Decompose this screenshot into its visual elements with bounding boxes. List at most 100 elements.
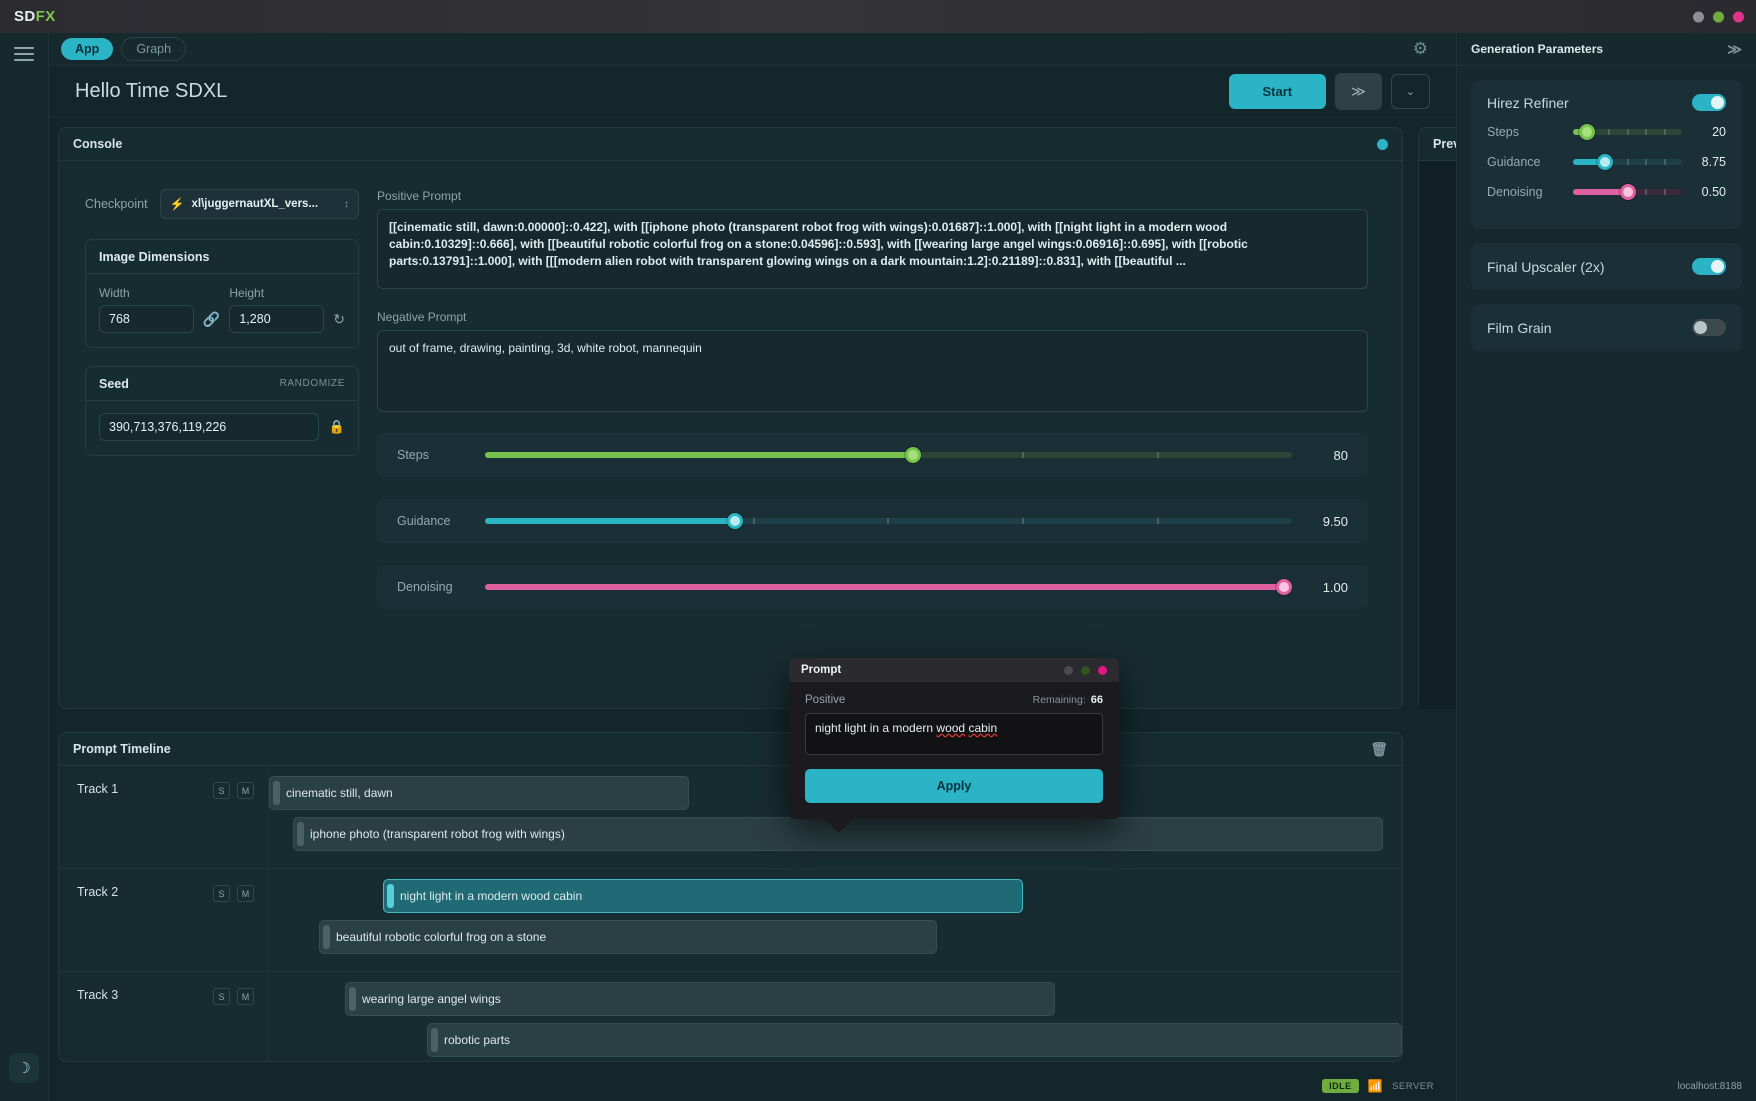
slider-track-guidance[interactable] bbox=[485, 518, 1292, 524]
slider-value-denoising: 1.00 bbox=[1292, 580, 1348, 595]
sidebar-header: Generation Parameters ≫ bbox=[1457, 33, 1756, 66]
prompt-timeline-panel: Prompt Timeline 🗑 Track 1SMcinematic sti… bbox=[58, 732, 1403, 1062]
track-header: Track 2 SM bbox=[59, 869, 269, 971]
popup-close-button[interactable] bbox=[1098, 666, 1107, 675]
settings-gear-icon[interactable]: ⚙ bbox=[1413, 39, 1428, 59]
randomize-button[interactable]: RANDOMIZE bbox=[280, 378, 345, 389]
film-grain-toggle[interactable] bbox=[1692, 319, 1726, 336]
main-header: Hello Time SDXL Start ≫ ⌄ bbox=[49, 66, 1456, 118]
wifi-icon: 📶 bbox=[1368, 1079, 1383, 1093]
timeline-clip[interactable]: robotic parts bbox=[427, 1023, 1402, 1057]
slider-track-steps[interactable] bbox=[1573, 129, 1682, 135]
slider-track-denoising[interactable] bbox=[1573, 189, 1682, 195]
track-name: Track 2 bbox=[77, 885, 118, 899]
slider-knob-denoising[interactable] bbox=[1276, 579, 1292, 595]
timeline-clip[interactable]: beautiful robotic colorful frog on a sto… bbox=[319, 920, 937, 954]
slider-steps[interactable]: Steps 20 bbox=[1487, 125, 1726, 139]
height-input[interactable] bbox=[229, 305, 324, 333]
collapse-sidebar-icon[interactable]: ≫ bbox=[1727, 41, 1742, 58]
popup-prompt-textarea[interactable]: night light in a modern wood cabin bbox=[805, 713, 1103, 755]
timeline-clip[interactable]: cinematic still, dawn bbox=[269, 776, 689, 810]
start-button[interactable]: Start bbox=[1229, 74, 1327, 109]
timeline-clip[interactable]: night light in a modern wood cabin bbox=[383, 879, 1023, 913]
console-status-dot bbox=[1377, 139, 1388, 150]
checkpoint-label: Checkpoint bbox=[85, 197, 148, 211]
queue-forward-button[interactable]: ≫ bbox=[1335, 73, 1382, 110]
lock-icon[interactable]: 🔒 bbox=[329, 419, 345, 435]
slider-denoising[interactable]: Denoising1.00 bbox=[377, 565, 1368, 609]
timeline-title: Prompt Timeline bbox=[73, 742, 171, 756]
film-grain-label: Film Grain bbox=[1487, 320, 1552, 336]
track-solo-button[interactable]: S bbox=[213, 885, 230, 902]
slider-value-steps: 20 bbox=[1682, 125, 1726, 139]
track-name: Track 3 bbox=[77, 988, 118, 1002]
link-dimensions-icon[interactable]: 🔗 bbox=[203, 311, 220, 333]
track-mute-button[interactable]: M bbox=[237, 885, 254, 902]
console-right-column: Positive Prompt [[cinematic still, dawn:… bbox=[359, 189, 1402, 631]
slider-label-steps: Steps bbox=[1487, 125, 1573, 139]
track-solo-button[interactable]: S bbox=[213, 782, 230, 799]
final-upscaler-toggle[interactable] bbox=[1692, 258, 1726, 275]
checkpoint-select[interactable]: ⚡ xl\juggernautXL_vers... ↕ bbox=[160, 189, 359, 219]
track-name: Track 1 bbox=[77, 782, 118, 796]
slider-value-guidance: 8.75 bbox=[1682, 155, 1726, 169]
left-rail: ☽ bbox=[0, 33, 49, 1101]
timeline-rows: Track 1SMcinematic still, dawniphone pho… bbox=[59, 766, 1402, 1062]
slider-value-denoising: 0.50 bbox=[1682, 185, 1726, 199]
minimize-button[interactable] bbox=[1693, 11, 1704, 22]
maximize-button[interactable] bbox=[1713, 11, 1724, 22]
page-title: Hello Time SDXL bbox=[75, 80, 227, 103]
slider-track-steps[interactable] bbox=[485, 452, 1292, 458]
negative-prompt-textarea[interactable]: out of frame, drawing, painting, 3d, whi… bbox=[377, 330, 1368, 412]
track-mute-button[interactable]: M bbox=[237, 988, 254, 1005]
seed-input[interactable] bbox=[99, 413, 319, 441]
track-lanes: wearing large angel wings robotic parts bbox=[269, 972, 1402, 1062]
hirez-sliders: Steps 20 Guidance8.75 Denoising 0.50 bbox=[1487, 125, 1726, 199]
slider-knob-denoising[interactable] bbox=[1620, 184, 1636, 200]
hirez-refiner-toggle[interactable] bbox=[1692, 94, 1726, 111]
chevron-updown-icon: ↕ bbox=[344, 199, 349, 210]
logo-sd: SD bbox=[14, 8, 36, 25]
theme-moon-icon[interactable]: ☽ bbox=[9, 1053, 39, 1083]
tab-graph[interactable]: Graph bbox=[121, 37, 186, 61]
slider-knob-guidance[interactable] bbox=[1597, 154, 1613, 170]
positive-prompt-textarea[interactable]: [[cinematic still, dawn:0.00000]::0.422]… bbox=[377, 209, 1368, 289]
seed-header: Seed RANDOMIZE bbox=[86, 367, 358, 401]
width-input[interactable] bbox=[99, 305, 194, 333]
timeline-trash-icon[interactable]: 🗑 bbox=[1370, 741, 1388, 758]
popup-positive-label: Positive bbox=[805, 694, 845, 706]
popup-maximize-button[interactable] bbox=[1081, 666, 1090, 675]
slider-guidance[interactable]: Guidance9.50 bbox=[377, 499, 1368, 543]
timeline-clip[interactable]: wearing large angel wings bbox=[345, 982, 1055, 1016]
prompt-popup-dialog: Prompt Positive Remaining:66 night light… bbox=[789, 658, 1119, 819]
slider-knob-steps[interactable] bbox=[1579, 124, 1595, 140]
swap-dimensions-icon[interactable]: ↻ bbox=[333, 311, 345, 333]
checkpoint-value: xl\juggernautXL_vers... bbox=[192, 198, 319, 210]
options-dropdown-button[interactable]: ⌄ bbox=[1391, 74, 1430, 109]
slider-track-denoising[interactable] bbox=[485, 584, 1292, 590]
slider-track-guidance[interactable] bbox=[1573, 159, 1682, 165]
slider-knob-steps[interactable] bbox=[905, 447, 921, 463]
slider-denoising[interactable]: Denoising 0.50 bbox=[1487, 185, 1726, 199]
checkpoint-row: Checkpoint ⚡ xl\juggernautXL_vers... ↕ bbox=[85, 189, 359, 219]
slider-guidance[interactable]: Guidance8.75 bbox=[1487, 155, 1726, 169]
popup-header: Prompt bbox=[789, 658, 1119, 682]
positive-prompt-label: Positive Prompt bbox=[377, 189, 1368, 203]
film-grain-card: Film Grain bbox=[1471, 304, 1742, 351]
menu-icon[interactable] bbox=[14, 47, 34, 61]
popup-minimize-button[interactable] bbox=[1064, 666, 1073, 675]
status-badge: IDLE bbox=[1322, 1079, 1359, 1093]
slider-steps[interactable]: Steps80 bbox=[377, 433, 1368, 477]
track-mute-button[interactable]: M bbox=[237, 782, 254, 799]
tab-app[interactable]: App bbox=[61, 38, 113, 60]
timeline-header: Prompt Timeline 🗑 bbox=[59, 733, 1402, 766]
slider-knob-guidance[interactable] bbox=[727, 513, 743, 529]
close-button[interactable] bbox=[1733, 11, 1744, 22]
popup-apply-button[interactable]: Apply bbox=[805, 769, 1103, 803]
slider-label-denoising: Denoising bbox=[1487, 185, 1573, 199]
popup-window-controls bbox=[1064, 666, 1107, 675]
track-solo-button[interactable]: S bbox=[213, 988, 230, 1005]
track-header: Track 1 SM bbox=[59, 766, 269, 868]
slider-value-guidance: 9.50 bbox=[1292, 514, 1348, 529]
popup-text-misspelled-cabin: cabin bbox=[968, 721, 997, 735]
